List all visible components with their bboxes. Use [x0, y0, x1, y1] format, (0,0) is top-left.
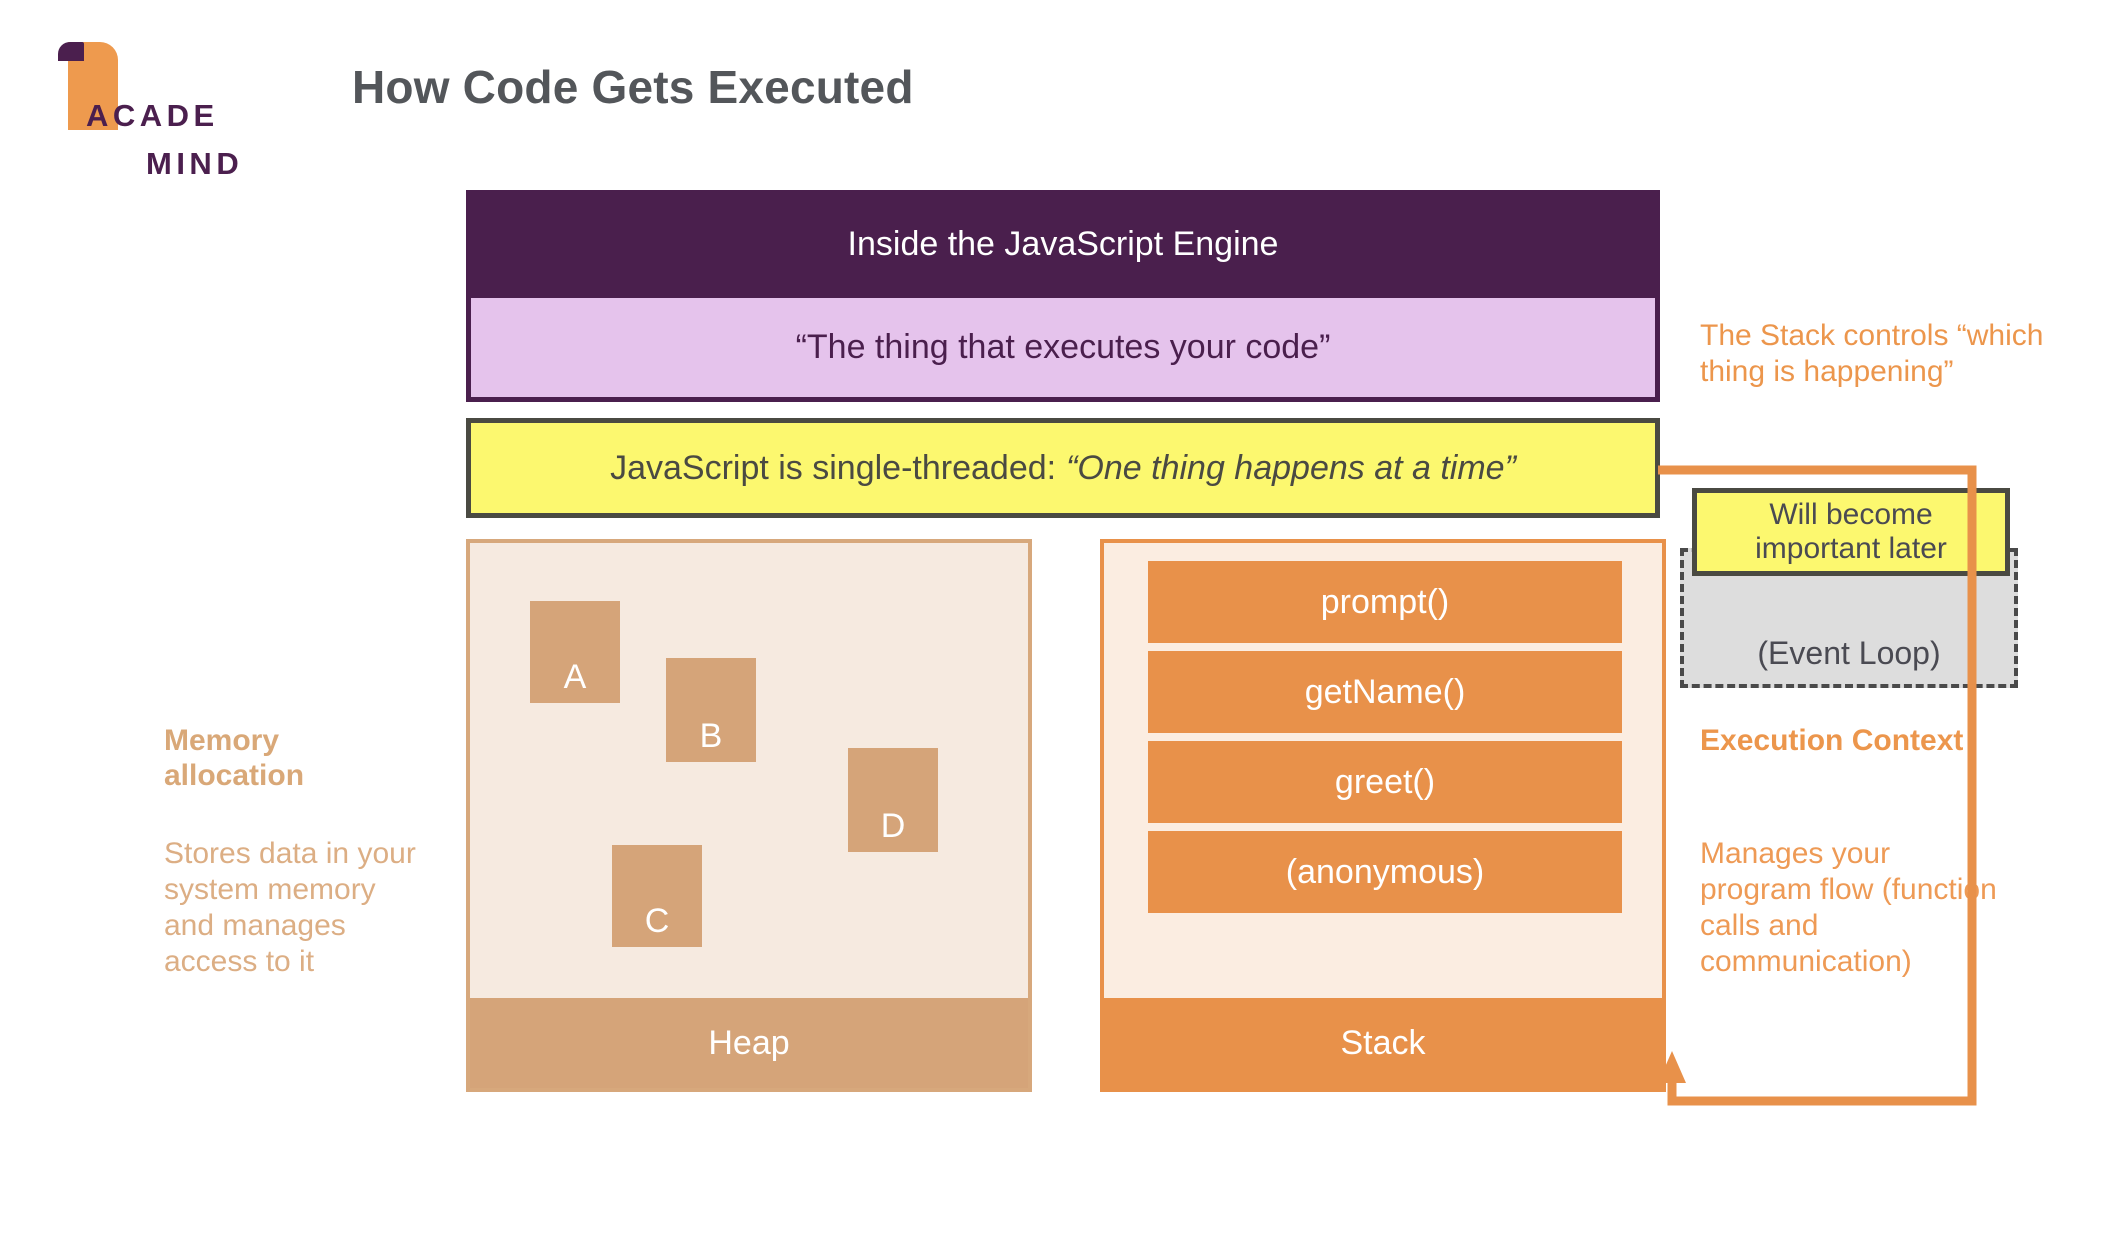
engine-quote-band: “The thing that executes your code” — [466, 298, 1660, 402]
logo-text-acade: ACADE — [86, 98, 219, 133]
logo-text-mind: MIND — [146, 146, 244, 181]
stack-frame-label: getName() — [1304, 672, 1466, 711]
engine-header-label: Inside the JavaScript Engine — [847, 224, 1279, 263]
heap-block: C — [612, 845, 702, 947]
acade-mind-logo: ACADE MIND — [58, 38, 288, 179]
execution-context-body: Manages your program flow (function call… — [1700, 837, 1997, 978]
single-threaded-emphasis: “One thing happens at a time” — [1066, 448, 1516, 487]
stack-frame: getName() — [1148, 651, 1622, 733]
stack-footer-label: Stack — [1104, 998, 1662, 1088]
callout-line-2: important later — [1755, 532, 1947, 565]
logo-cap-shape — [58, 42, 84, 61]
heap-block-label: A — [563, 658, 587, 696]
stack-controls-note: The Stack controls “which thing is happe… — [1700, 319, 2044, 388]
engine-quote-label: “The thing that executes your code” — [795, 328, 1331, 366]
heap-block-label: B — [699, 717, 723, 755]
heap-block: A — [530, 601, 620, 703]
heap-footer-label: Heap — [470, 998, 1028, 1088]
will-become-important-callout: Will become important later — [1692, 488, 2010, 576]
heap-panel: A B C D Heap — [466, 539, 1032, 1092]
engine-header-band: Inside the JavaScript Engine — [466, 190, 1660, 298]
single-threaded-band: JavaScript is single-threaded: “One thing… — [466, 418, 1660, 518]
callout-line-1: Will become — [1769, 498, 1933, 532]
memory-allocation-body: Stores data in your system memory and ma… — [164, 837, 416, 978]
execution-context-heading: Execution Context — [1700, 724, 1964, 757]
single-threaded-prefix: JavaScript is single-threaded: — [610, 448, 1057, 487]
heap-block-label: C — [644, 902, 670, 940]
memory-allocation-heading: Memory allocation — [164, 724, 305, 792]
stack-frame-label: greet() — [1334, 762, 1436, 801]
heap-block: D — [848, 748, 938, 852]
heap-block-label: D — [880, 807, 906, 845]
page-title: How Code Gets Executed — [352, 61, 914, 113]
stack-frame: greet() — [1148, 741, 1622, 823]
stack-frame: prompt() — [1148, 561, 1622, 643]
heap-block: B — [666, 658, 756, 762]
stack-frame: (anonymous) — [1148, 831, 1622, 913]
stack-frame-list: prompt() getName() greet() (anonymous) — [1148, 561, 1622, 921]
stack-panel: prompt() getName() greet() (anonymous) S… — [1100, 539, 1666, 1092]
stack-frame-label: prompt() — [1320, 582, 1450, 621]
stack-frame-label: (anonymous) — [1285, 852, 1485, 891]
event-loop-label: (Event Loop) — [1757, 635, 1941, 671]
